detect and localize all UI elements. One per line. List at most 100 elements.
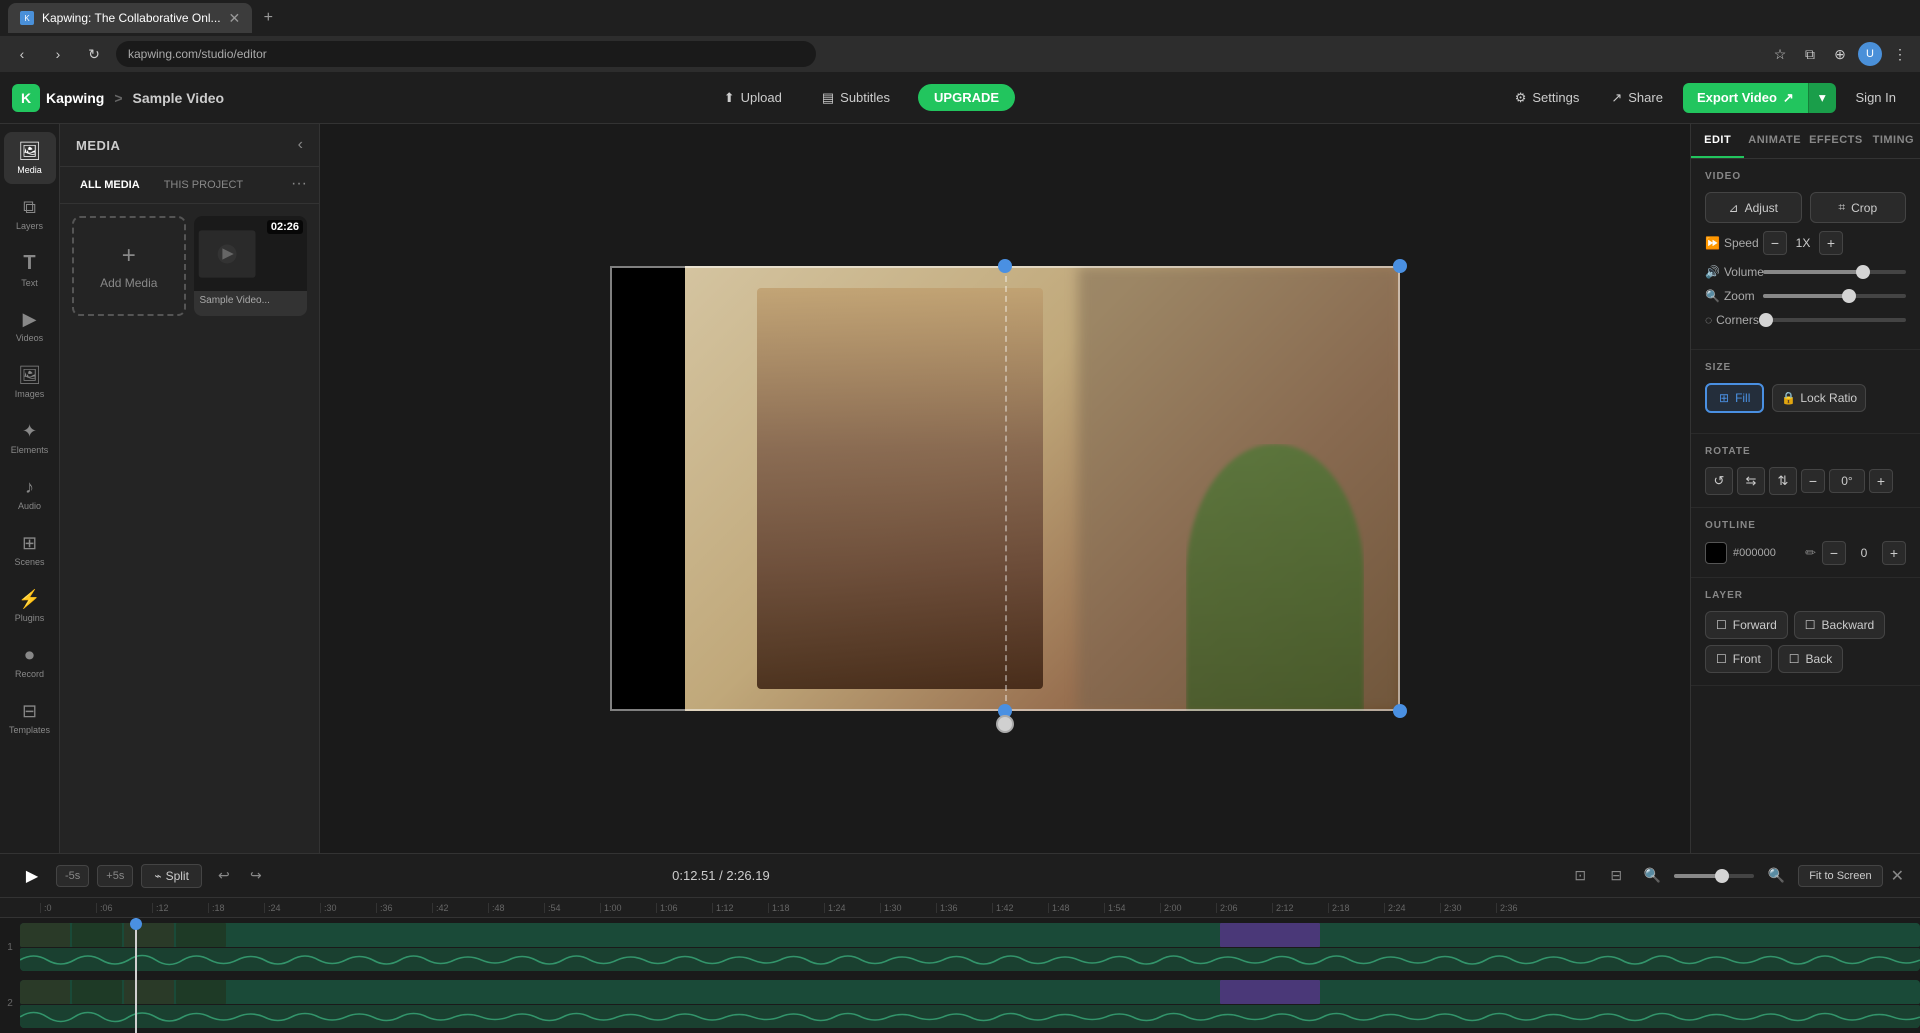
timeline-icon-btn-2[interactable]: ⊟ (1602, 862, 1630, 890)
media-more-button[interactable]: ··· (291, 175, 307, 195)
sidebar-item-layers[interactable]: ⧉ Layers (4, 188, 56, 240)
tab-animate[interactable]: ANIMATE (1744, 124, 1805, 158)
subtitles-button[interactable]: ▤ Subtitles (810, 84, 902, 112)
split-button[interactable]: ⌁ Split (141, 864, 202, 888)
skip-forward-button[interactable]: +5s (97, 865, 133, 887)
sidebar-item-templates[interactable]: ⊟ Templates (4, 692, 56, 744)
speed-decrease-button[interactable]: − (1763, 231, 1787, 255)
browser-chrome: K Kapwing: The Collaborative Onl... ✕ + … (0, 0, 1920, 72)
sidebar-scenes-label: Scenes (14, 557, 44, 567)
back-button[interactable]: ‹ (8, 40, 36, 68)
media-tab-project[interactable]: THIS PROJECT (156, 175, 251, 195)
sidebar-item-videos[interactable]: ▶ Videos (4, 300, 56, 352)
profile-icon[interactable]: ⊕ (1828, 42, 1852, 66)
sidebar-item-elements[interactable]: ✦ Elements (4, 412, 56, 464)
sidebar-item-media[interactable]: 🖼 Media (4, 132, 56, 184)
outline-edit-icon[interactable]: ✏ (1805, 545, 1816, 561)
zoom-slider[interactable] (1763, 294, 1906, 298)
export-btn-group: Export Video ↗ ▾ (1683, 83, 1836, 113)
sidebar-item-record[interactable]: ⏺ Record (4, 636, 56, 688)
track-content-2[interactable] (20, 980, 1920, 1028)
rotate-ccw-button[interactable]: ↺ (1705, 467, 1733, 495)
rotate-decrease-button[interactable]: − (1801, 469, 1825, 493)
media-collapse-button[interactable]: ‹ (298, 136, 303, 154)
timeline-controls: ▶ -5s +5s ⌁ Split ↩ ↪ 0:12.51 / 2:26.19 … (0, 854, 1920, 898)
volume-label: 🔊 Volume (1705, 265, 1755, 279)
handle-top-center[interactable] (998, 259, 1012, 273)
outline-decrease-button[interactable]: − (1822, 541, 1846, 565)
rotate-increase-button[interactable]: + (1869, 469, 1893, 493)
flip-v-button[interactable]: ⇅ (1769, 467, 1797, 495)
media-item[interactable]: 02:26 Sample Video... (194, 216, 308, 316)
bookmark-icon[interactable]: ☆ (1768, 42, 1792, 66)
lock-ratio-button[interactable]: 🔒 Lock Ratio (1772, 384, 1866, 412)
zoom-in-icon[interactable]: 🔍 (1638, 862, 1666, 890)
outline-value: 0 (1852, 546, 1876, 560)
zoom-out-icon[interactable]: 🔍 (1762, 862, 1790, 890)
corners-slider[interactable] (1763, 318, 1906, 322)
size-section: SIZE ⊞ Fill 🔒 Lock Ratio (1691, 350, 1920, 434)
zoom-row: 🔍 Zoom (1705, 289, 1906, 303)
volume-row: 🔊 Volume (1705, 265, 1906, 279)
skip-back-button[interactable]: -5s (56, 865, 89, 887)
outline-color-swatch[interactable] (1705, 542, 1727, 564)
back-button[interactable]: ☐ Back (1778, 645, 1843, 673)
address-bar[interactable]: kapwing.com/studio/editor (116, 41, 816, 67)
media-panel-title: MEDIA (76, 138, 120, 153)
upgrade-button[interactable]: UPGRADE (918, 84, 1015, 111)
menu-icon[interactable]: ⋮ (1888, 42, 1912, 66)
media-tab-all[interactable]: ALL MEDIA (72, 175, 148, 195)
extensions-icon[interactable]: ⧉ (1798, 42, 1822, 66)
share-button[interactable]: ↗ Share (1599, 84, 1675, 112)
undo-button[interactable]: ↩ (210, 862, 238, 890)
canvas-container[interactable] (610, 266, 1400, 711)
tab-timing[interactable]: TIMING (1867, 124, 1920, 158)
timeline-zoom-slider[interactable] (1674, 874, 1754, 878)
sidebar-item-plugins[interactable]: ⚡ Plugins (4, 580, 56, 632)
export-dropdown-button[interactable]: ▾ (1808, 83, 1836, 113)
speed-increase-button[interactable]: + (1819, 231, 1843, 255)
ruler-marks: :0 :06 :12 :18 :24 :30 :36 :42 :48 :54 1… (40, 903, 1920, 913)
track-content-1[interactable] (20, 923, 1920, 971)
new-tab-button[interactable]: + (256, 6, 280, 30)
canvas-playhead-indicator[interactable] (996, 715, 1014, 733)
front-button[interactable]: ☐ Front (1705, 645, 1772, 673)
ruler-mark: 2:18 (1328, 903, 1384, 913)
sidebar-item-scenes[interactable]: ⊞ Scenes (4, 524, 56, 576)
templates-icon: ⊟ (22, 701, 37, 722)
signin-button[interactable]: Sign In (1844, 84, 1908, 111)
flip-h-button[interactable]: ⇆ (1737, 467, 1765, 495)
fit-to-screen-button[interactable]: Fit to Screen (1798, 865, 1882, 887)
adjust-button[interactable]: ⊿ Adjust (1705, 192, 1802, 223)
sidebar-item-images[interactable]: 🖼 Images (4, 356, 56, 408)
timeline-icon-btn-1[interactable]: ⊡ (1566, 862, 1594, 890)
tab-close-btn[interactable]: ✕ (229, 10, 241, 27)
user-avatar-nav[interactable]: U (1858, 42, 1882, 66)
upload-button[interactable]: ⬆ Upload (712, 84, 794, 112)
active-tab[interactable]: K Kapwing: The Collaborative Onl... ✕ (8, 3, 252, 33)
volume-slider[interactable] (1763, 270, 1906, 274)
tab-edit[interactable]: EDIT (1691, 124, 1744, 158)
close-timeline-button[interactable]: ✕ (1891, 866, 1904, 886)
backward-button[interactable]: ☐ Backward (1794, 611, 1885, 639)
forward-button[interactable]: › (44, 40, 72, 68)
export-video-button[interactable]: Export Video ↗ (1683, 83, 1808, 113)
reload-button[interactable]: ↻ (80, 40, 108, 68)
add-media-card[interactable]: + Add Media (72, 216, 186, 316)
sidebar-item-text[interactable]: T Text (4, 244, 56, 296)
settings-button[interactable]: ⚙ Settings (1503, 84, 1592, 112)
forward-button[interactable]: ☐ Forward (1705, 611, 1788, 639)
crop-button[interactable]: ⌗ Crop (1810, 192, 1907, 223)
redo-button[interactable]: ↪ (242, 862, 270, 890)
handle-top-right[interactable] (1393, 259, 1407, 273)
play-button[interactable]: ▶ (16, 860, 48, 892)
video-section-title: VIDEO (1705, 171, 1906, 182)
fill-button[interactable]: ⊞ Fill (1705, 383, 1764, 413)
sidebar-item-audio[interactable]: ♪ Audio (4, 468, 56, 520)
videos-icon: ▶ (23, 309, 37, 330)
media-header: MEDIA ‹ (60, 124, 319, 167)
settings-icon: ⚙ (1515, 90, 1527, 106)
tab-effects[interactable]: EFFECTS (1805, 124, 1867, 158)
outline-increase-button[interactable]: + (1882, 541, 1906, 565)
handle-bottom-right[interactable] (1393, 704, 1407, 718)
